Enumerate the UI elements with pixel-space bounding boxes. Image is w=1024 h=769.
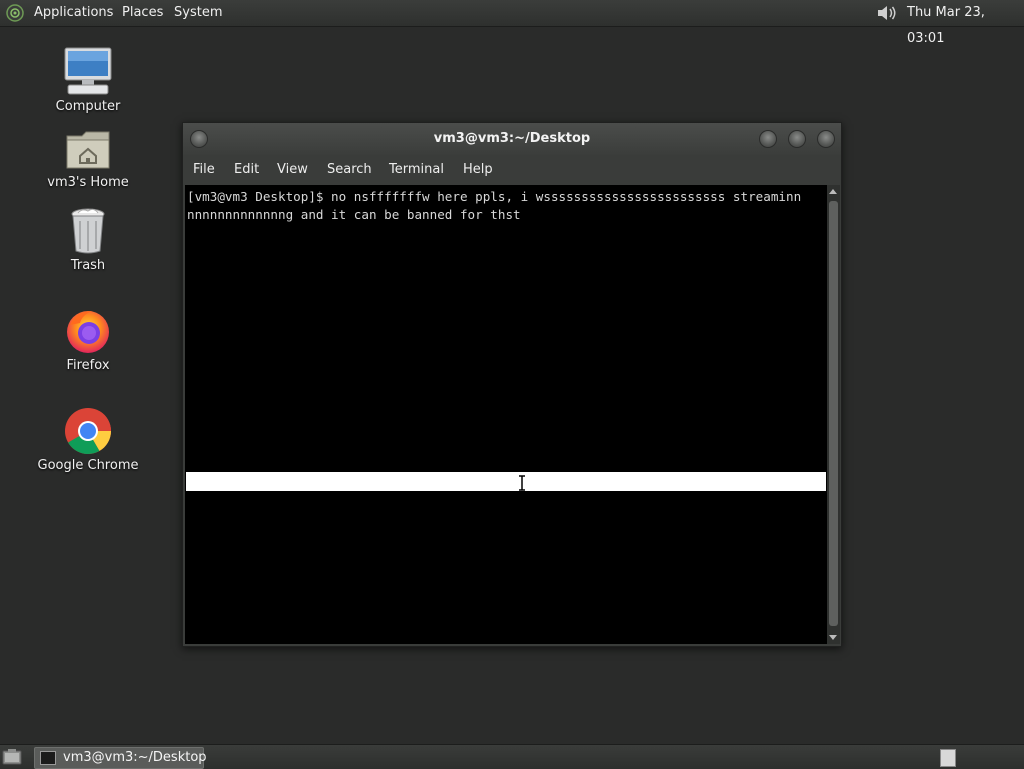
maximize-button[interactable] [788, 130, 806, 148]
menu-edit[interactable]: Edit [234, 155, 259, 185]
desktop-icon-home[interactable]: vm3's Home [33, 128, 143, 190]
text-cursor-icon [519, 475, 525, 491]
distro-logo-icon[interactable] [6, 4, 24, 22]
terminal-menubar: File Edit View Search Terminal Help [183, 155, 841, 185]
system-menu[interactable]: System [174, 0, 222, 26]
terminal-scrollbar[interactable] [827, 185, 840, 644]
computer-icon [64, 47, 112, 95]
bottom-panel: vm3@vm3:~/Desktop [0, 744, 1024, 769]
trash-icon [71, 208, 105, 254]
desktop-icon-label: Computer [55, 99, 121, 114]
desktop-icon-label: Trash [70, 258, 106, 273]
close-button[interactable] [817, 130, 835, 148]
desktop-icon-firefox[interactable]: Firefox [33, 307, 143, 373]
top-panel: Applications Places System Thu Mar 23, 0… [0, 0, 1024, 46]
applications-menu[interactable]: Applications [34, 0, 113, 26]
taskbar-item-terminal[interactable]: vm3@vm3:~/Desktop [34, 747, 207, 769]
desktop-icon-label: vm3's Home [47, 175, 129, 190]
scroll-up-arrow-icon[interactable] [829, 189, 837, 194]
places-menu[interactable]: Places [122, 0, 163, 26]
home-folder-icon [66, 131, 110, 169]
workspace-switcher[interactable] [940, 749, 956, 767]
desktop-icon-computer[interactable]: Computer [33, 46, 143, 114]
terminal-output[interactable]: [vm3@vm3 Desktop]$ no nsfffffffw here pp… [185, 185, 827, 644]
terminal-line: nnnnnnnnnnnnng and it can be banned for … [187, 207, 521, 222]
menu-view[interactable]: View [277, 155, 308, 185]
volume-icon[interactable] [876, 4, 898, 22]
terminal-line: [vm3@vm3 Desktop]$ no nsfffffffw here pp… [187, 189, 802, 204]
window-titlebar[interactable]: vm3@vm3:~/Desktop [183, 123, 841, 155]
desktop-icon-chrome[interactable]: Google Chrome [33, 407, 143, 473]
desktop-icon-label: Firefox [66, 358, 110, 373]
menu-search[interactable]: Search [327, 155, 372, 185]
terminal-window[interactable]: vm3@vm3:~/Desktop File Edit View Search … [182, 122, 842, 647]
text-selection-highlight [186, 472, 826, 491]
desktop-icon-label: Google Chrome [37, 458, 139, 473]
scroll-down-arrow-icon[interactable] [829, 635, 837, 640]
desktop-icon-trash[interactable]: Trash [33, 207, 143, 273]
taskbar-item-label: vm3@vm3:~/Desktop [63, 750, 207, 765]
show-desktop-icon[interactable] [2, 748, 22, 766]
menu-terminal[interactable]: Terminal [389, 155, 444, 185]
clock[interactable]: Thu Mar 23, 03:01 [907, 0, 1024, 52]
scrollbar-thumb[interactable] [829, 201, 838, 626]
menu-help[interactable]: Help [463, 155, 493, 185]
window-title: vm3@vm3:~/Desktop [433, 131, 591, 146]
chrome-icon [65, 408, 111, 454]
firefox-icon [67, 311, 109, 353]
menu-file[interactable]: File [193, 155, 215, 185]
terminal-icon [40, 751, 56, 765]
minimize-button[interactable] [759, 130, 777, 148]
